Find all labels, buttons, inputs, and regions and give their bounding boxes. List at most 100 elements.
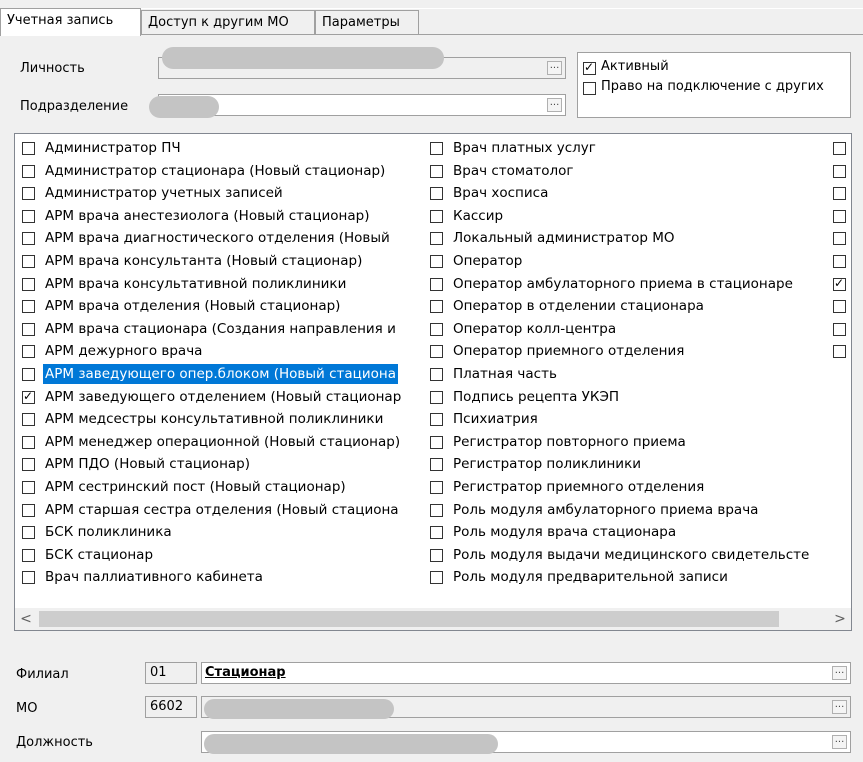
role-item[interactable]: АРМ врача стационара (Создания направлен… xyxy=(19,319,427,341)
tab-parameters[interactable]: Параметры xyxy=(315,10,419,34)
role-item[interactable]: АРМ врача анестезиолога (Новый стационар… xyxy=(19,206,427,228)
role-checkbox[interactable] xyxy=(22,255,35,268)
role-item[interactable]: АРМ менеджер операционной (Новый стацион… xyxy=(19,432,427,454)
role-checkbox[interactable] xyxy=(833,345,846,359)
role-checkbox[interactable] xyxy=(22,368,35,381)
role-checkbox[interactable]: ✓ xyxy=(22,389,35,404)
role-item[interactable]: Подпись рецепта УКЭП xyxy=(427,387,835,409)
role-checkbox[interactable] xyxy=(430,300,443,314)
role-checkbox[interactable] xyxy=(430,481,443,494)
role-checkbox[interactable] xyxy=(430,526,443,540)
role-checkbox[interactable] xyxy=(22,481,35,494)
role-checkbox[interactable] xyxy=(430,571,443,585)
role-item[interactable]: Роль модуля предварительной записи xyxy=(427,567,835,589)
role-checkbox[interactable] xyxy=(22,232,35,246)
role-checkbox[interactable] xyxy=(22,142,35,155)
role-item[interactable]: БСК стационар xyxy=(19,545,427,567)
role-checkbox[interactable] xyxy=(22,458,35,472)
role-item[interactable]: Врач хосписа xyxy=(427,183,835,205)
role-item[interactable]: Врач паллиативного кабинета xyxy=(19,567,427,589)
role-item[interactable]: АРМ врача консультанта (Новый стационар) xyxy=(19,251,427,273)
active-checkbox[interactable]: ✓ xyxy=(583,60,596,75)
roles-list[interactable]: Администратор ПЧ Администратор стационара… xyxy=(14,133,852,631)
role-item[interactable]: Регистратор поликлиники xyxy=(427,454,835,476)
role-item[interactable]: Регистратор приемного отделения xyxy=(427,477,835,499)
role-item[interactable]: БСК поликлиника xyxy=(19,522,427,544)
role-checkbox[interactable] xyxy=(833,255,846,268)
role-checkbox[interactable] xyxy=(22,526,35,540)
role-item[interactable]: Платная часть xyxy=(427,364,835,386)
role-checkbox[interactable] xyxy=(430,322,443,336)
role-item[interactable]: Администратор учетных записей xyxy=(19,183,427,205)
branch-name-field[interactable]: Стационар ... xyxy=(201,662,851,684)
role-checkbox[interactable] xyxy=(22,548,35,562)
role-checkbox[interactable] xyxy=(22,503,35,517)
department-field[interactable]: ... xyxy=(158,94,566,116)
role-item[interactable]: АРМ врача диагностического отделения (Но… xyxy=(19,228,427,250)
role-checkbox[interactable] xyxy=(430,232,443,246)
role-checkbox[interactable] xyxy=(833,187,846,201)
role-checkbox[interactable] xyxy=(430,548,443,562)
role-checkbox[interactable] xyxy=(430,368,443,381)
role-checkbox[interactable] xyxy=(833,322,846,336)
role-checkbox[interactable] xyxy=(22,413,35,427)
mo-select-button[interactable]: ... xyxy=(832,700,847,714)
role-checkbox[interactable] xyxy=(430,345,443,359)
role-checkbox[interactable] xyxy=(833,164,846,178)
role-item[interactable]: Врач платных услуг xyxy=(427,138,835,160)
role-checkbox[interactable] xyxy=(833,209,846,223)
scroll-left-icon[interactable]: < xyxy=(15,608,37,630)
role-checkbox[interactable] xyxy=(430,277,443,291)
role-checkbox[interactable] xyxy=(430,187,443,201)
role-item[interactable]: Администратор стационара (Новый стациона… xyxy=(19,161,427,183)
person-select-button[interactable]: ... xyxy=(547,61,562,75)
horizontal-scrollbar[interactable]: < > xyxy=(15,608,851,630)
role-item[interactable]: Оператор колл-центра xyxy=(427,319,835,341)
role-item[interactable]: Регистратор повторного приема xyxy=(427,432,835,454)
role-checkbox[interactable] xyxy=(22,187,35,201)
role-checkbox[interactable] xyxy=(430,503,443,517)
tab-other-mo-access[interactable]: Доступ к другим МО xyxy=(141,10,315,34)
role-checkbox[interactable] xyxy=(22,435,35,449)
role-item[interactable]: АРМ сестринский пост (Новый стационар) xyxy=(19,477,427,499)
role-item[interactable]: Оператор xyxy=(427,251,835,273)
role-item[interactable]: АРМ врача консультативной поликлиники xyxy=(19,274,427,296)
role-checkbox[interactable]: ✓ xyxy=(833,276,846,291)
role-item[interactable]: АРМ заведующего опер.блоком (Новый стаци… xyxy=(19,364,427,386)
mo-code-field[interactable]: 6602 xyxy=(145,696,197,718)
role-checkbox[interactable] xyxy=(22,571,35,585)
department-select-button[interactable]: ... xyxy=(547,98,562,112)
role-checkbox[interactable] xyxy=(430,458,443,472)
role-item[interactable]: Роль модуля выдачи медицинского свидетел… xyxy=(427,545,835,567)
role-item[interactable]: Кассир xyxy=(427,206,835,228)
role-item[interactable]: АРМ врача отделения (Новый стационар) xyxy=(19,296,427,318)
role-item[interactable]: Психиатрия xyxy=(427,409,835,431)
position-select-button[interactable]: ... xyxy=(832,735,847,749)
role-item[interactable]: АРМ старшая сестра отделения (Новый стац… xyxy=(19,500,427,522)
scroll-right-icon[interactable]: > xyxy=(829,608,851,630)
role-checkbox[interactable] xyxy=(833,142,846,155)
branch-select-button[interactable]: ... xyxy=(832,666,847,680)
branch-code-field[interactable]: 01 xyxy=(145,662,197,684)
role-checkbox[interactable] xyxy=(22,345,35,359)
role-checkbox[interactable] xyxy=(430,435,443,449)
role-item[interactable]: Оператор приемного отделения xyxy=(427,341,835,363)
role-item[interactable]: Администратор ПЧ xyxy=(19,138,427,160)
role-item[interactable]: АРМ дежурного врача xyxy=(19,341,427,363)
right-connect-checkbox[interactable] xyxy=(583,82,596,95)
role-item[interactable]: Врач стоматолог xyxy=(427,161,835,183)
role-checkbox[interactable] xyxy=(430,209,443,223)
role-item[interactable]: АРМ медсестры консультативной поликлиник… xyxy=(19,409,427,431)
role-checkbox[interactable] xyxy=(430,164,443,178)
role-checkbox[interactable] xyxy=(833,232,846,246)
role-item[interactable]: АРМ ПДО (Новый стационар) xyxy=(19,454,427,476)
role-checkbox[interactable] xyxy=(22,277,35,291)
role-checkbox[interactable] xyxy=(430,390,443,404)
role-item[interactable]: Роль модуля амбулаторного приема врача xyxy=(427,500,835,522)
role-checkbox[interactable] xyxy=(22,322,35,336)
role-checkbox[interactable] xyxy=(833,300,846,314)
role-item[interactable]: Локальный администратор МО xyxy=(427,228,835,250)
role-item[interactable]: Роль модуля врача стационара xyxy=(427,522,835,544)
role-item[interactable]: ✓ АРМ заведующего отделением (Новый стаци… xyxy=(19,387,427,409)
role-checkbox[interactable] xyxy=(22,209,35,223)
